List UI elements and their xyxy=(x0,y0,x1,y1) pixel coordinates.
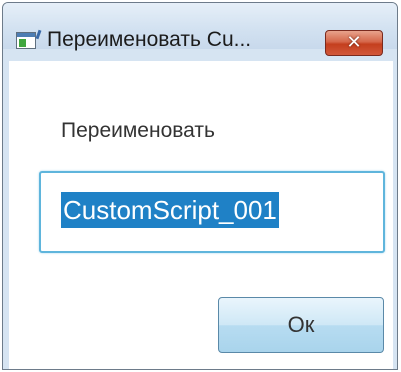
name-input-field[interactable]: CustomScript_001 xyxy=(39,171,385,253)
window-title: Переименовать Cu... xyxy=(47,28,252,51)
dialog-body: Переименовать CustomScript_001 Ок xyxy=(9,61,393,369)
close-icon: ✕ xyxy=(346,32,362,52)
rename-dialog-window: Переименовать Cu... ✕ Переименовать Cust… xyxy=(2,2,398,370)
ok-button[interactable]: Ок xyxy=(218,297,384,353)
close-button[interactable]: ✕ xyxy=(325,30,383,56)
name-input-selected-text[interactable]: CustomScript_001 xyxy=(61,192,279,228)
app-icon xyxy=(16,29,42,49)
rename-prompt-label: Переименовать xyxy=(61,119,215,142)
title-bar[interactable]: Переименовать Cu... ✕ xyxy=(3,3,397,56)
